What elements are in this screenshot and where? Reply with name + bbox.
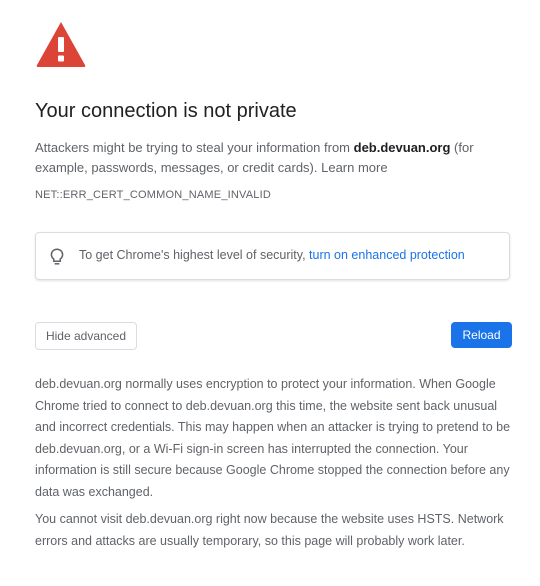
warning-triangle-icon	[36, 22, 86, 67]
domain-name: deb.devuan.org	[353, 140, 451, 155]
enhanced-protection-link[interactable]: turn on enhanced protection	[309, 248, 465, 262]
reload-button[interactable]: Reload	[451, 322, 512, 348]
enhanced-protection-text: To get Chrome's highest level of securit…	[79, 248, 465, 262]
page-title: Your connection is not private	[35, 100, 297, 122]
intro-prefix: Attackers might be trying to steal your …	[35, 140, 354, 155]
interstitial-page: Your connection is not private Attackers…	[0, 0, 540, 586]
enhanced-protection-callout: To get Chrome's highest level of securit…	[35, 232, 510, 280]
learn-more-link[interactable]: Learn more	[321, 160, 387, 175]
error-code[interactable]: NET::ERR_CERT_COMMON_NAME_INVALID	[35, 189, 271, 201]
details-paragraph-1: deb.devuan.org normally uses encryption …	[35, 377, 511, 499]
hide-advanced-button[interactable]: Hide advanced	[35, 322, 137, 350]
intro-paragraph: Attackers might be trying to steal your …	[35, 138, 513, 178]
details-paragraph-2: You cannot visit deb.devuan.org right no…	[35, 512, 504, 548]
enhanced-protection-label: To get Chrome's highest level of securit…	[79, 248, 310, 262]
lightbulb-icon	[50, 248, 64, 265]
